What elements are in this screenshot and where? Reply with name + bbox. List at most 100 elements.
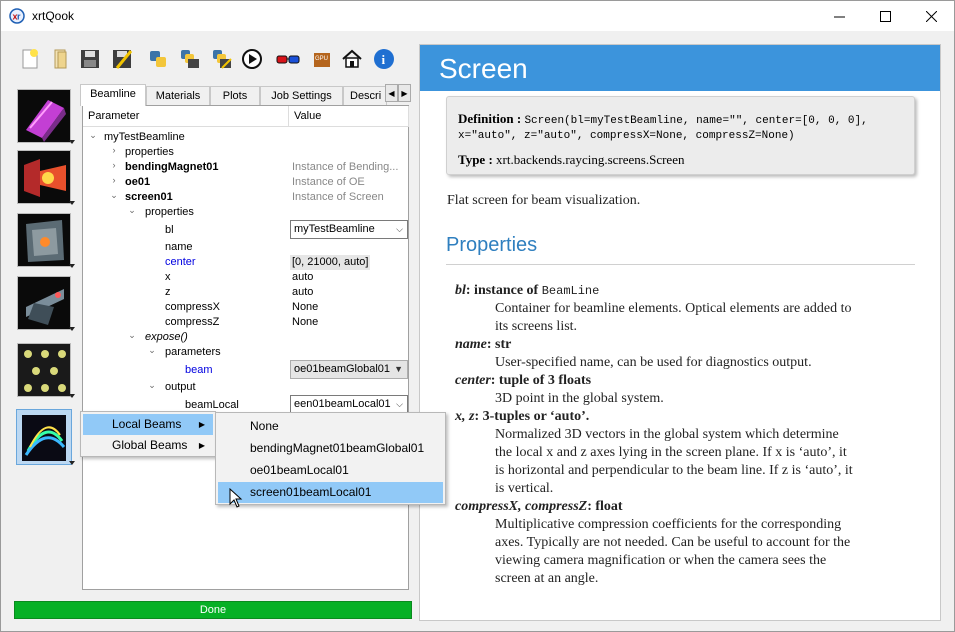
screens-dropdown-icon[interactable] [69, 264, 75, 268]
properties-heading: Properties [446, 234, 538, 256]
open-folder-icon [54, 49, 67, 69]
save-script-as-icon [213, 50, 232, 69]
plots-dropdown-icon[interactable] [69, 461, 75, 465]
submenu-item-screen01-beam[interactable]: screen01beamLocal01 [218, 482, 443, 503]
expand-arrow-icon[interactable]: ⌄ [109, 190, 119, 205]
properties-divider [446, 264, 915, 265]
tab-description[interactable]: Descri [343, 86, 387, 105]
tab-job-settings[interactable]: Job Settings [260, 86, 343, 105]
definition-label: Definition : [458, 111, 522, 126]
prop-compress-title: compressX, compressZ: float [455, 499, 623, 514]
save-script-button[interactable] [177, 45, 203, 73]
sources-dropdown-icon[interactable] [69, 140, 75, 144]
expand-arrow-icon[interactable]: ⌄ [88, 130, 98, 145]
optical-elements-dropdown-icon[interactable] [69, 201, 75, 205]
tree-item-parameters[interactable]: parameters [165, 345, 221, 360]
save-script-icon [181, 50, 199, 68]
chevron-down-icon: ⌵ [396, 224, 403, 234]
param-value-compressx[interactable]: None [292, 300, 318, 315]
home-button[interactable] [339, 45, 365, 73]
minimize-button[interactable] [816, 1, 862, 31]
tab-plots[interactable]: Plots [210, 86, 260, 105]
dropdown-arrow-icon: ▼ [394, 364, 403, 374]
tree-root-beamline[interactable]: myTestBeamline [104, 130, 185, 145]
materials-dropdown-icon[interactable] [69, 394, 75, 398]
glow-3d-button[interactable] [275, 45, 301, 73]
maximize-button[interactable] [862, 1, 908, 31]
python-code-button[interactable] [145, 45, 171, 73]
tree-item-oe01[interactable]: oe01 [125, 175, 150, 190]
column-header-parameter[interactable]: Parameter [83, 106, 289, 127]
collapse-arrow-icon[interactable]: › [109, 145, 119, 160]
tab-scroll-left-button[interactable]: ◀ [385, 84, 398, 102]
tab-materials[interactable]: Materials [146, 86, 210, 105]
param-label-z: z [165, 286, 171, 298]
tree-item-screen01[interactable]: screen01 [125, 190, 173, 205]
maximize-icon [879, 10, 891, 22]
close-icon [925, 10, 937, 22]
tab-beamline[interactable]: Beamline [80, 84, 146, 106]
tab-bar: Beamline Materials Plots Job Settings De… [80, 84, 412, 106]
beamline-tree[interactable]: Parameter Value ⌄ myTestBeamline › prope… [82, 105, 409, 590]
submenu-item-bending-magnet-beam[interactable]: bendingMagnet01beamGlobal01 [218, 438, 443, 459]
prop-compress-desc-line1: Multiplicative compression coefficients … [495, 517, 842, 532]
param-label-compressx: compressX [165, 301, 221, 313]
save-button[interactable] [77, 45, 103, 73]
info-icon: i [374, 49, 394, 69]
gpu-icon: GPU [314, 53, 330, 67]
svg-text:i: i [382, 52, 386, 67]
collapse-arrow-icon[interactable]: › [109, 160, 119, 175]
column-header-value[interactable]: Value [289, 106, 409, 127]
materials-button[interactable] [17, 343, 71, 397]
param-combo-beam[interactable]: oe01beamGlobal01 ▼ [290, 360, 408, 379]
param-value-x[interactable]: auto [292, 270, 313, 285]
screens-button[interactable] [17, 213, 71, 267]
run-icon [242, 49, 262, 69]
param-combo-bl[interactable]: myTestBeamline ⌵ [290, 220, 408, 239]
param-label-x: x [165, 271, 171, 283]
param-value-compressz[interactable]: None [292, 315, 318, 330]
save-script-as-button[interactable] [209, 45, 235, 73]
doc-header: Screen [420, 45, 940, 91]
expand-arrow-icon[interactable]: ⌄ [127, 205, 137, 220]
save-icon [81, 50, 99, 68]
tree-item-properties[interactable]: properties [125, 145, 174, 160]
beam-context-menu: Local Beams ▶ Global Beams ▶ [80, 411, 216, 457]
run-button[interactable] [239, 45, 265, 73]
expand-arrow-icon[interactable]: ⌄ [127, 330, 137, 345]
tree-item-expose[interactable]: expose() [145, 330, 188, 345]
gpu-button[interactable]: GPU [309, 45, 335, 73]
sources-button[interactable] [17, 89, 71, 143]
info-button[interactable]: i [371, 45, 397, 73]
documentation-panel[interactable]: Screen Definition : Screen(bl=myTestBeam… [419, 44, 941, 621]
definition-signature-line1: Screen(bl=myTestBeamline, name="", cente… [524, 115, 868, 127]
tree-item-screen-properties[interactable]: properties [145, 205, 194, 220]
svg-text:r: r [17, 12, 21, 22]
menu-item-global-beams[interactable]: Global Beams ▶ [83, 435, 213, 456]
menu-item-local-beams[interactable]: Local Beams ▶ [83, 414, 213, 435]
submenu-item-none[interactable]: None [218, 416, 443, 437]
new-file-button[interactable] [17, 45, 43, 73]
tree-item-bending-magnet[interactable]: bendingMagnet01 [125, 160, 219, 175]
expand-arrow-icon[interactable]: ⌄ [147, 345, 157, 360]
apertures-button[interactable] [17, 276, 71, 330]
collapse-arrow-icon[interactable]: › [109, 175, 119, 190]
type-value: xrt.backends.raycing.screens.Screen [496, 152, 685, 167]
apertures-dropdown-icon[interactable] [69, 327, 75, 331]
tree-item-output[interactable]: output [165, 380, 196, 395]
submenu-item-oe01-beam[interactable]: oe01beamLocal01 [218, 460, 443, 481]
tab-scroll-right-button[interactable]: ▶ [398, 84, 411, 102]
save-as-button[interactable] [109, 45, 135, 73]
optical-elements-button[interactable] [17, 150, 71, 204]
window-title: xrtQook [32, 9, 75, 23]
prop-compress-desc-line3: viewing camera magnification or when the… [495, 553, 827, 568]
param-value-center[interactable]: [0, 21000, auto] [290, 255, 371, 270]
minimize-icon [833, 16, 845, 17]
save-as-icon [113, 50, 133, 69]
param-value-z[interactable]: auto [292, 285, 313, 300]
open-button[interactable] [47, 45, 73, 73]
plots-button[interactable] [16, 409, 72, 465]
close-button[interactable] [908, 1, 954, 31]
prop-compress-desc-line4: screen at an angle. [495, 571, 599, 586]
expand-arrow-icon[interactable]: ⌄ [147, 380, 157, 395]
